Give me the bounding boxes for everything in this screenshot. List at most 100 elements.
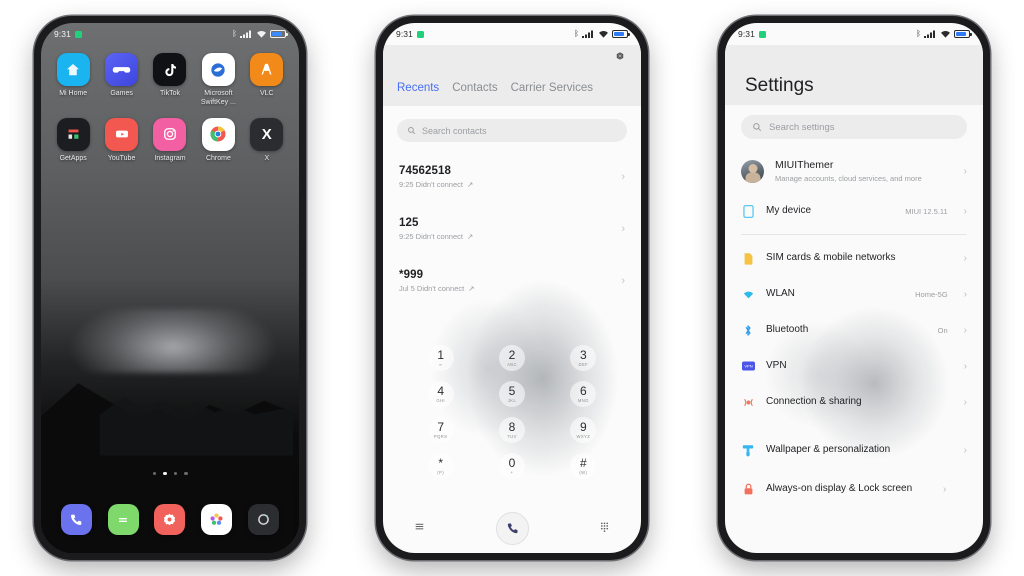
dock-camera[interactable] — [240, 504, 287, 535]
key-0[interactable]: 0 + — [498, 453, 525, 479]
key-hash[interactable]: # (W) — [570, 453, 597, 479]
key-6[interactable]: 6 MNO — [570, 381, 597, 407]
dock-messages[interactable] — [100, 504, 147, 535]
table-row[interactable]: *999 Jul 5 Didn't connect ↗ › — [399, 255, 625, 307]
status-bar-home: 9:31 ᛒ — [41, 23, 299, 45]
app-getapps[interactable]: GetApps — [49, 117, 97, 164]
app-chrome[interactable]: Chrome — [194, 117, 242, 164]
recording-indicator-icon — [758, 30, 766, 38]
dialpad: 1 ∞ 2 ABC 3 DEF 4 GHI 5 JKL 6 MNO 7 PQRS 8 TUV 9… — [383, 345, 641, 479]
app-games[interactable]: Games — [97, 53, 145, 108]
app-vlc[interactable]: VLC — [243, 53, 291, 108]
chevron-right-icon[interactable]: › — [621, 223, 625, 235]
getapps-icon — [56, 117, 90, 151]
home-app-grid: Mi Home Games TikTok Microsoft SwiftKey … — [41, 53, 299, 173]
sidebar-item-bluetooth[interactable]: Bluetooth On › — [741, 312, 967, 348]
app-swiftkey[interactable]: Microsoft SwiftKey ... — [194, 53, 242, 108]
key-star[interactable]: * (P) — [427, 453, 454, 479]
key-2[interactable]: 2 ABC — [498, 345, 525, 371]
sidebar-item-label: Bluetooth — [766, 323, 809, 335]
key-9[interactable]: 9 WXYZ — [570, 417, 597, 443]
key-4[interactable]: 4 GHI — [427, 381, 454, 407]
key-8[interactable]: 8 TUV — [498, 417, 525, 443]
svg-text:VPN: VPN — [744, 364, 752, 369]
dialer-tabs: Recents Contacts Carrier Services — [383, 70, 641, 100]
app-label: Instagram — [154, 154, 186, 162]
table-row[interactable]: 125 9:25 Didn't connect ↗ › — [399, 203, 625, 255]
instagram-icon — [153, 117, 187, 151]
app-label: YouTube — [107, 154, 136, 162]
page-title: Settings — [745, 75, 814, 96]
table-row[interactable]: 74562518 9:25 Didn't connect ↗ › — [399, 151, 625, 203]
app-mi-home[interactable]: Mi Home — [49, 53, 97, 108]
search-placeholder: Search contacts — [422, 125, 487, 136]
chevron-right-icon[interactable]: › — [621, 275, 625, 287]
key-letters: (W) — [579, 470, 588, 475]
chevron-right-icon[interactable]: › — [964, 166, 967, 177]
bluetooth-icon: ᛒ — [916, 29, 921, 38]
status-time: 9:31 — [738, 29, 755, 39]
page-indicator[interactable] — [41, 471, 299, 475]
dialer-bottom-bar — [383, 512, 641, 545]
page-dot[interactable] — [152, 471, 156, 475]
sidebar-item-sim-cards[interactable]: SIM cards & mobile networks › — [741, 240, 967, 276]
app-label: Mi Home — [59, 90, 88, 97]
dialer-search-wrap: Search contacts — [383, 119, 641, 142]
sidebar-item-wlan[interactable]: WLAN Home-5G › — [741, 276, 967, 312]
key-letters: GHI — [436, 398, 445, 403]
search-settings-input[interactable]: Search settings — [741, 115, 967, 139]
app-row-1: Mi Home Games TikTok Microsoft SwiftKey … — [49, 53, 291, 108]
chevron-right-icon[interactable]: › — [964, 445, 967, 456]
page-dot[interactable] — [173, 471, 177, 475]
sidebar-item-my-device[interactable]: My device MIUI 12.5.11 › — [741, 193, 967, 229]
dock-phone[interactable] — [53, 504, 100, 535]
dock-settings[interactable] — [147, 504, 194, 535]
status-time: 9:31 — [396, 29, 413, 39]
call-info: 125 9:25 Didn't connect ↗ — [399, 217, 473, 241]
chevron-right-icon[interactable]: › — [964, 289, 967, 300]
app-tiktok[interactable]: TikTok — [146, 53, 194, 108]
divider — [741, 234, 967, 235]
chevron-right-icon[interactable]: › — [964, 253, 967, 264]
page-dot-active[interactable] — [163, 471, 167, 475]
phone-device-home: 9:31 ᛒ Mi Home Games TikTok Microsoft Sw… — [34, 16, 306, 560]
key-7[interactable]: 7 PQRS — [427, 417, 454, 443]
status-bar-dialer: 9:31 ᛒ — [383, 23, 641, 45]
sidebar-item-always-on-display[interactable]: Always-on display & Lock screen › — [741, 468, 967, 510]
chevron-right-icon[interactable]: › — [943, 484, 946, 495]
account-subtitle: Manage accounts, cloud services, and mor… — [775, 173, 922, 183]
tab-carrier-services[interactable]: Carrier Services — [511, 82, 593, 94]
vlc-icon — [250, 53, 284, 86]
key-1[interactable]: 1 ∞ — [427, 345, 454, 371]
search-contacts-input[interactable]: Search contacts — [397, 119, 627, 142]
menu-lines-icon[interactable] — [413, 520, 426, 538]
wifi-icon — [741, 287, 755, 301]
chevron-right-icon[interactable]: › — [964, 397, 967, 408]
chevron-right-icon[interactable]: › — [621, 171, 625, 183]
app-youtube[interactable]: YouTube — [97, 117, 145, 164]
app-instagram[interactable]: Instagram — [146, 117, 194, 164]
account-row[interactable]: MIUIThemer Manage accounts, cloud servic… — [741, 149, 967, 193]
sidebar-item-vpn[interactable]: VPN VPN › — [741, 348, 967, 384]
page-dot[interactable] — [184, 471, 188, 475]
chevron-right-icon[interactable]: › — [964, 361, 967, 372]
sidebar-item-wallpaper[interactable]: Wallpaper & personalization › — [741, 432, 967, 468]
app-x[interactable]: X X — [243, 117, 291, 164]
key-5[interactable]: 5 JKL — [498, 381, 525, 407]
chevron-right-icon[interactable]: › — [964, 206, 967, 217]
dialpad-grid-icon[interactable] — [598, 520, 611, 538]
key-digit: 7 — [437, 420, 444, 434]
phone-call-icon[interactable] — [495, 512, 529, 545]
key-digit: 9 — [579, 420, 587, 434]
dock-gallery[interactable] — [193, 504, 240, 535]
app-label: GetApps — [59, 154, 87, 162]
tab-recents[interactable]: Recents — [397, 82, 439, 94]
sidebar-item-connection-sharing[interactable]: Connection & sharing › — [741, 384, 967, 420]
chevron-right-icon[interactable]: › — [964, 325, 967, 336]
key-3[interactable]: 3 DEF — [570, 345, 597, 371]
tab-contacts[interactable]: Contacts — [452, 82, 497, 94]
gear-icon[interactable] — [613, 51, 627, 70]
call-detail: 9:25 Didn't connect ↗ — [399, 180, 473, 189]
status-bar-left: 9:31 — [54, 29, 82, 39]
phone-icon — [60, 504, 92, 535]
